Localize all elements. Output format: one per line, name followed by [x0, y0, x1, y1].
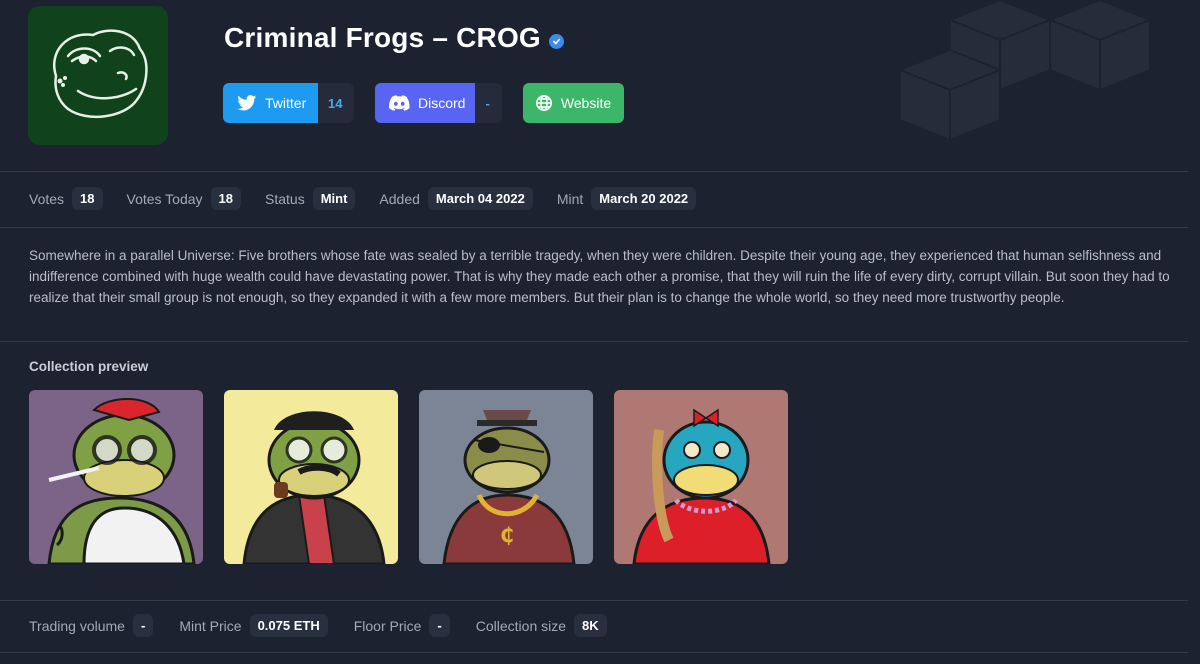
- twitter-label: Twitter: [265, 95, 307, 111]
- divider: [0, 600, 1188, 601]
- project-description: Somewhere in a parallel Universe: Five b…: [29, 248, 1170, 305]
- discord-button[interactable]: Discord -: [375, 83, 502, 123]
- website-button[interactable]: Website: [522, 83, 624, 123]
- project-logo: [28, 6, 168, 145]
- website-button-main[interactable]: Website: [522, 83, 624, 123]
- collection-preview-title: Collection preview: [29, 359, 149, 374]
- project-header: Criminal Frogs – CROG Twitter 14 Discord…: [0, 0, 1200, 160]
- discord-member-count: -: [475, 83, 502, 123]
- discord-icon: [389, 95, 410, 111]
- website-label: Website: [560, 95, 612, 111]
- collection-preview-gallery: ₵: [29, 390, 788, 564]
- mint-price-label: Mint Price: [179, 617, 242, 634]
- globe-icon: [535, 95, 552, 111]
- twitter-icon: [237, 95, 257, 111]
- votes-today-label: Votes Today: [126, 190, 203, 207]
- preview-image[interactable]: [224, 390, 398, 564]
- mint-date: March 20 2022: [591, 187, 697, 210]
- status-label: Status: [265, 190, 305, 207]
- trading-volume-value: -: [132, 614, 154, 637]
- added-date: March 04 2022: [427, 187, 533, 210]
- project-title: Criminal Frogs – CROG: [224, 22, 541, 53]
- floor-price-value: -: [429, 614, 450, 637]
- verified-badge-icon: [548, 33, 564, 49]
- votes-today-value: 18: [210, 187, 241, 210]
- market-stats: Trading volume - Mint Price 0.075 ETH Fl…: [29, 614, 633, 637]
- discord-label: Discord: [418, 95, 466, 111]
- svg-text:₵: ₵: [500, 523, 514, 547]
- status-badge: Mint: [312, 187, 356, 210]
- twitter-follower-count: 14: [318, 83, 355, 123]
- mint-label: Mint: [556, 190, 584, 207]
- project-stats: Votes 18 Votes Today 18 Status Mint Adde…: [29, 187, 720, 210]
- collection-size-value: 8K: [574, 614, 607, 637]
- collection-size-label: Collection size: [475, 617, 567, 634]
- divider: [0, 171, 1188, 172]
- divider: [0, 227, 1188, 228]
- divider: [0, 341, 1188, 342]
- discord-button-main[interactable]: Discord: [375, 83, 476, 123]
- preview-image[interactable]: [614, 390, 788, 564]
- floor-price-label: Floor Price: [353, 617, 422, 634]
- added-label: Added: [379, 190, 420, 207]
- preview-image[interactable]: ₵: [419, 390, 593, 564]
- trading-volume-label: Trading volume: [29, 617, 125, 634]
- frog-logo-icon: [53, 28, 148, 118]
- votes-label: Votes: [29, 190, 65, 207]
- mint-price-value: 0.075 ETH: [249, 614, 328, 637]
- votes-value: 18: [72, 187, 103, 210]
- preview-image[interactable]: [29, 390, 203, 564]
- twitter-button-main[interactable]: Twitter: [223, 83, 318, 123]
- divider: [0, 652, 1188, 653]
- social-links: Twitter 14 Discord - Website: [223, 83, 624, 123]
- twitter-button[interactable]: Twitter 14: [223, 83, 355, 123]
